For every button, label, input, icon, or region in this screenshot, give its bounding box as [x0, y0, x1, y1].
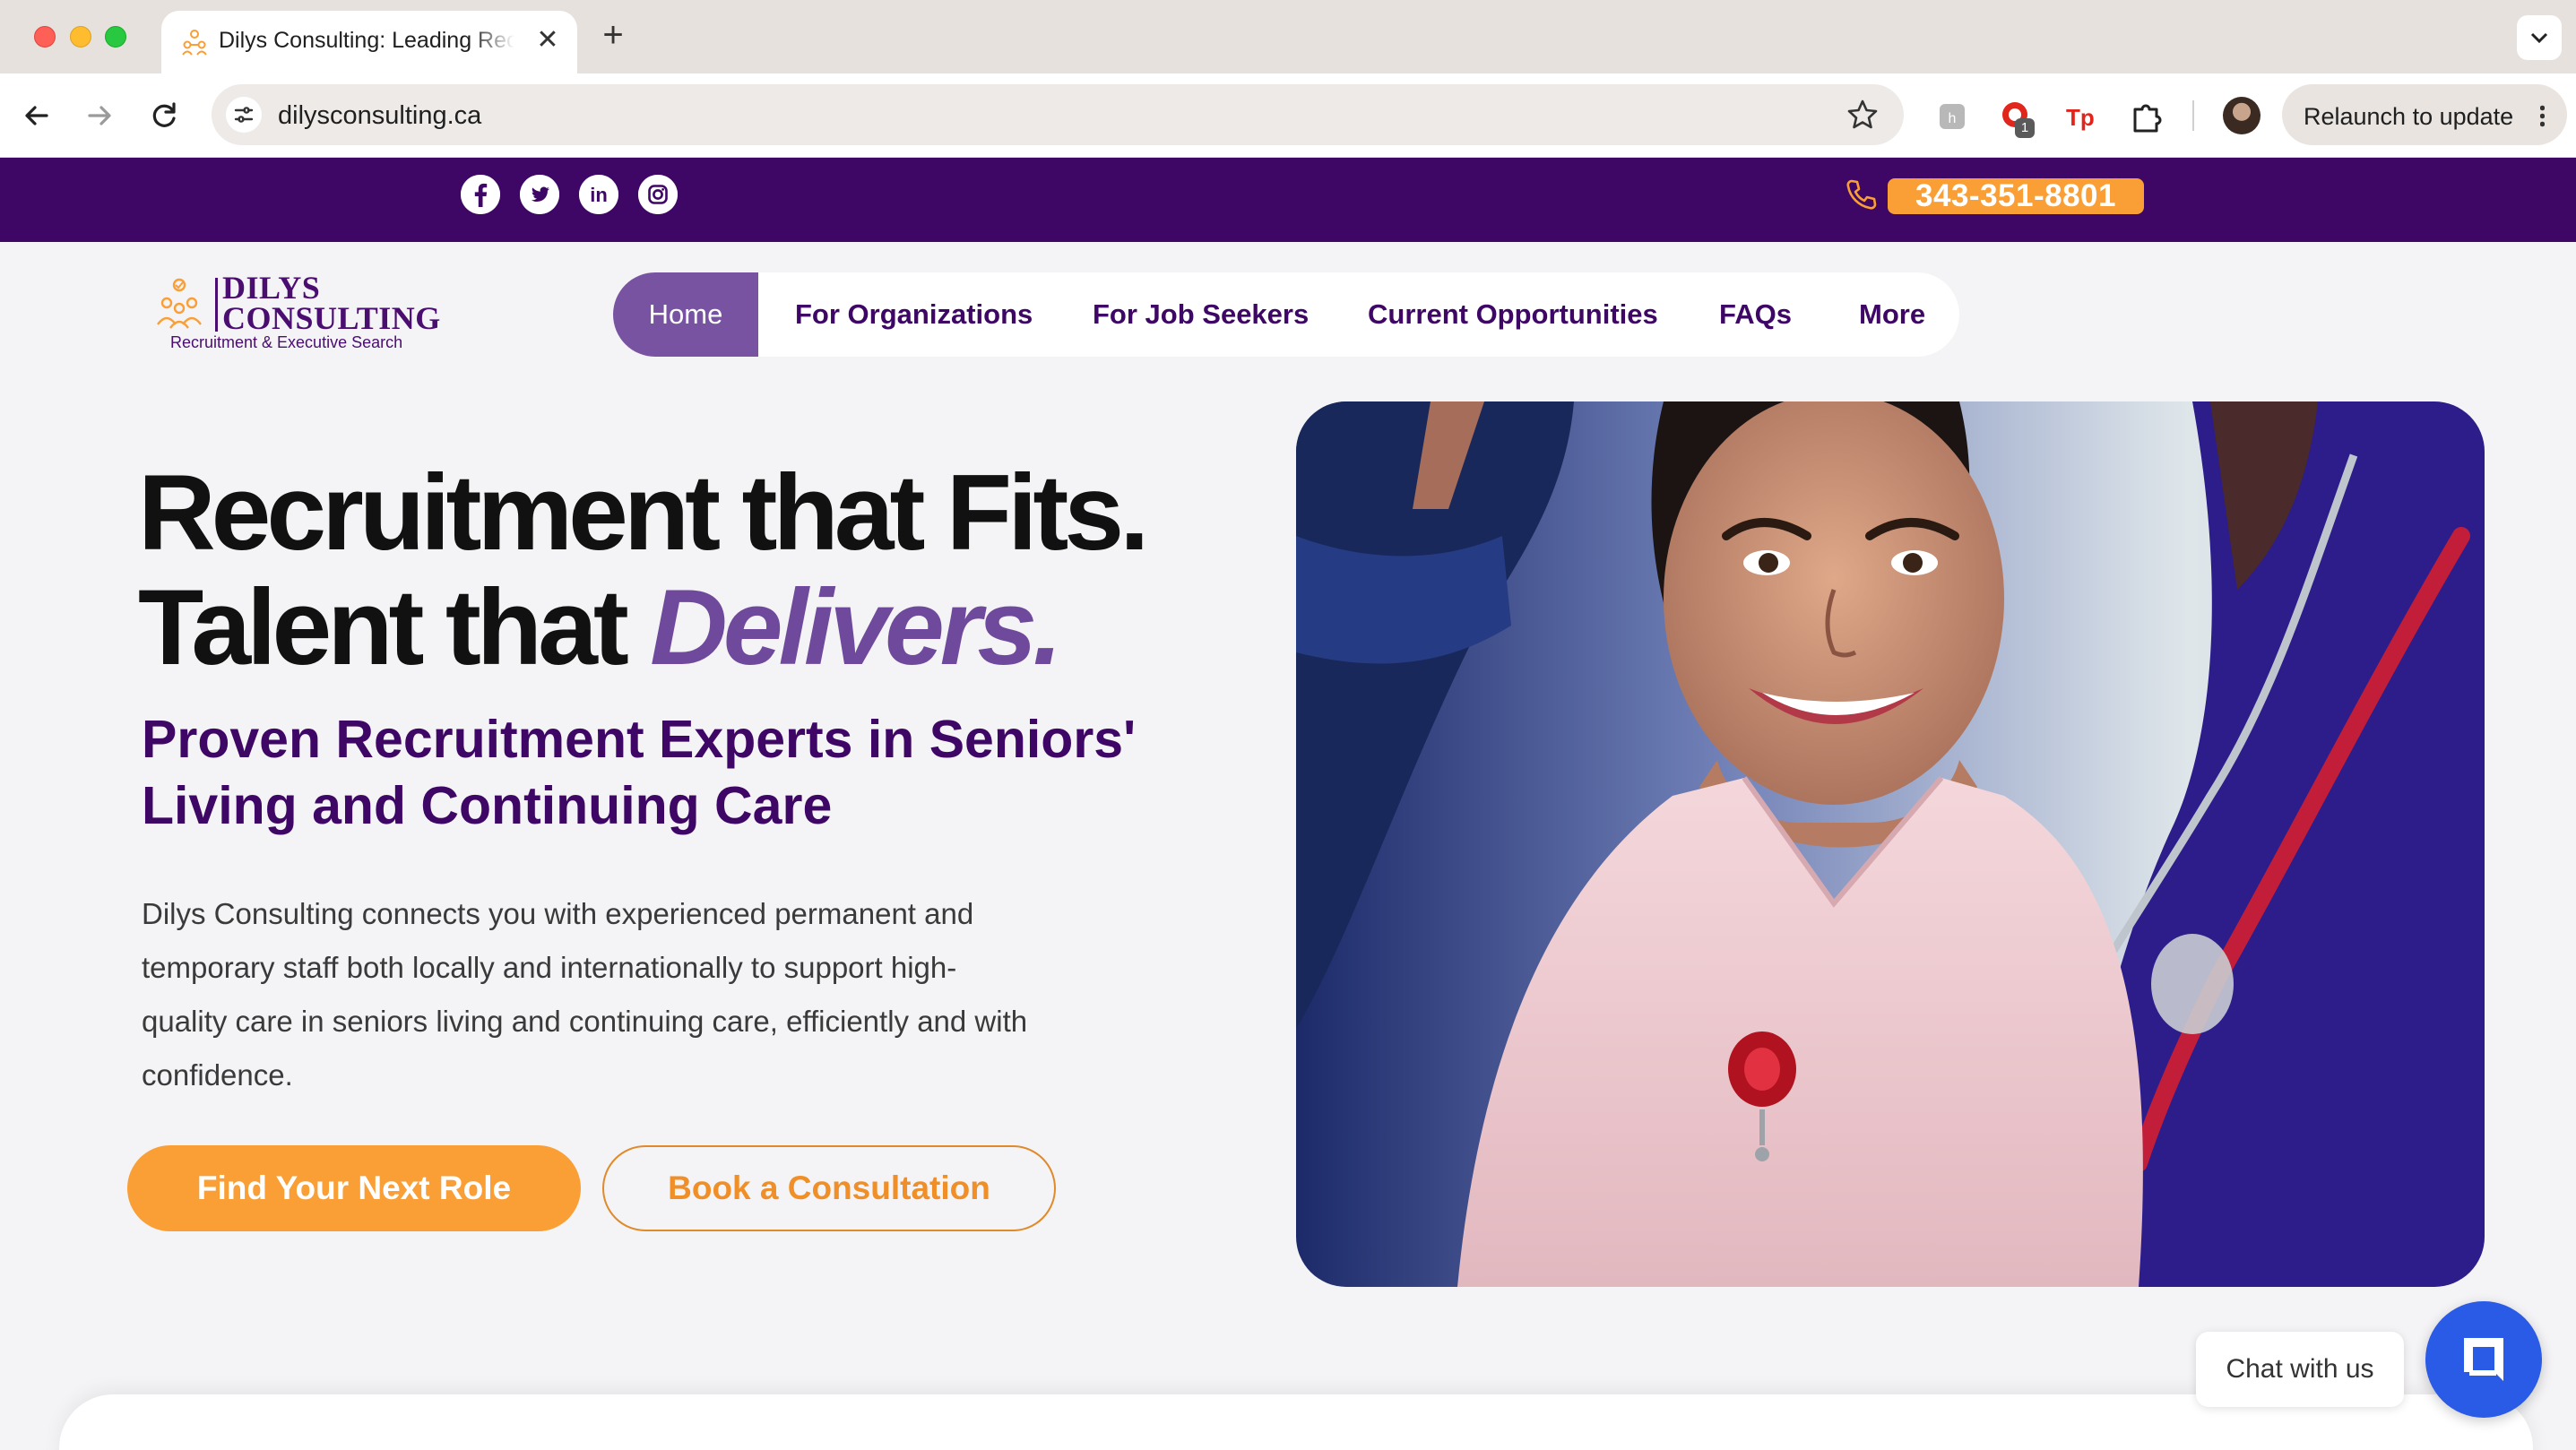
url-text: dilysconsulting.ca — [278, 101, 482, 130]
extension-tp-icon[interactable]: Tp — [2063, 99, 2099, 134]
browser-tab-active[interactable]: Dilys Consulting: Leading Recruitment ✕ — [161, 11, 577, 73]
nav-item-more[interactable]: More — [1859, 272, 1925, 357]
logo-divider — [215, 278, 218, 332]
hero-headline-line1: Recruitment that Fits. — [138, 453, 1149, 573]
site-topbar — [0, 158, 2576, 242]
close-window-button[interactable] — [34, 26, 56, 47]
find-next-role-button[interactable]: Find Your Next Role — [127, 1145, 581, 1231]
book-consultation-button[interactable]: Book a Consultation — [602, 1145, 1056, 1231]
hero-headline-emphasis: Delivers. — [650, 567, 1062, 687]
nav-item-for-job-seekers[interactable]: For Job Seekers — [1093, 272, 1309, 357]
facebook-icon[interactable] — [461, 175, 500, 214]
minimize-window-button[interactable] — [70, 26, 91, 47]
reload-icon[interactable] — [145, 97, 183, 134]
nav-item-home[interactable]: Home — [613, 272, 758, 357]
new-tab-button[interactable]: + — [595, 17, 631, 54]
hero-headline-line2: Talent that Delivers. — [138, 570, 1145, 685]
dilys-logo[interactable]: DILYS CONSULTING Recruitment & Executive… — [152, 271, 454, 360]
chat-icon — [2464, 1338, 2503, 1381]
nav-item-current-opportunities[interactable]: Current Opportunities — [1368, 272, 1658, 357]
chat-label[interactable]: Chat with us — [2196, 1332, 2404, 1407]
hero-headline: Recruitment that Fits. Talent that Deliv… — [138, 453, 1149, 685]
address-bar[interactable]: dilysconsulting.ca — [212, 84, 1904, 145]
browser-toolbar: dilysconsulting.ca h 1 Tp Relaunch to up… — [0, 73, 2576, 158]
logo-people-icon — [157, 278, 202, 329]
logo-name-line2: CONSULTING — [222, 300, 441, 336]
maximize-window-button[interactable] — [105, 26, 126, 47]
hero-subheading: Proven Recruitment Experts in Seniors' L… — [142, 710, 1137, 835]
nav-item-for-organizations[interactable]: For Organizations — [795, 272, 1033, 357]
svg-text:Tp: Tp — [2066, 104, 2095, 131]
chat-launcher-button[interactable] — [2425, 1301, 2542, 1418]
twitter-icon[interactable] — [520, 175, 559, 214]
profile-avatar[interactable] — [2223, 97, 2260, 134]
tab-search-button[interactable] — [2517, 15, 2562, 60]
hero-headline-plain: Talent that — [138, 567, 651, 687]
hero-nurse-photo — [1296, 401, 2485, 1287]
main-navigation: Home For Organizations For Job Seekers C… — [613, 272, 1959, 357]
back-arrow-icon[interactable] — [18, 97, 56, 134]
phone-icon — [1846, 179, 1877, 210]
extensions-puzzle-icon[interactable] — [2128, 99, 2164, 134]
forward-arrow-icon[interactable] — [81, 97, 118, 134]
close-tab-icon[interactable]: ✕ — [534, 27, 561, 54]
toolbar-separator — [2192, 100, 2194, 131]
logo-name-line1: DILYS — [222, 270, 321, 306]
bookmark-star-icon[interactable] — [1845, 97, 1880, 133]
logo-tagline: Recruitment & Executive Search — [170, 333, 403, 351]
chevron-down-icon — [2530, 32, 2548, 44]
extension-red-icon[interactable]: 1 — [1999, 99, 2035, 138]
kebab-menu-icon[interactable] — [2540, 104, 2545, 127]
svg-text:in: in — [590, 184, 608, 206]
content-card-preview — [59, 1394, 2533, 1450]
browser-tabstrip: Dilys Consulting: Leading Recruitment ✕ … — [0, 0, 2576, 73]
phone-number-link[interactable]: 343-351-8801 — [1888, 178, 2144, 214]
extension-grey-icon[interactable]: h — [1934, 99, 1970, 134]
relaunch-button[interactable]: Relaunch to update — [2282, 84, 2567, 145]
svg-text:h: h — [1949, 111, 1957, 126]
nurse-illustration — [1296, 401, 2485, 1287]
site-info-icon[interactable] — [226, 97, 262, 133]
instagram-icon[interactable] — [638, 175, 678, 214]
linkedin-icon[interactable]: in — [579, 175, 618, 214]
dilys-favicon-icon — [182, 30, 207, 56]
tab-title: Dilys Consulting: Leading Recruitment — [219, 28, 514, 53]
relaunch-label: Relaunch to update — [2304, 103, 2514, 130]
hero-description: Dilys Consulting connects you with exper… — [142, 897, 1028, 1092]
logo-wordmark: DILYS CONSULTING — [222, 270, 441, 336]
nav-item-faqs[interactable]: FAQs — [1719, 272, 1792, 357]
extension-badge: 1 — [2015, 118, 2035, 138]
